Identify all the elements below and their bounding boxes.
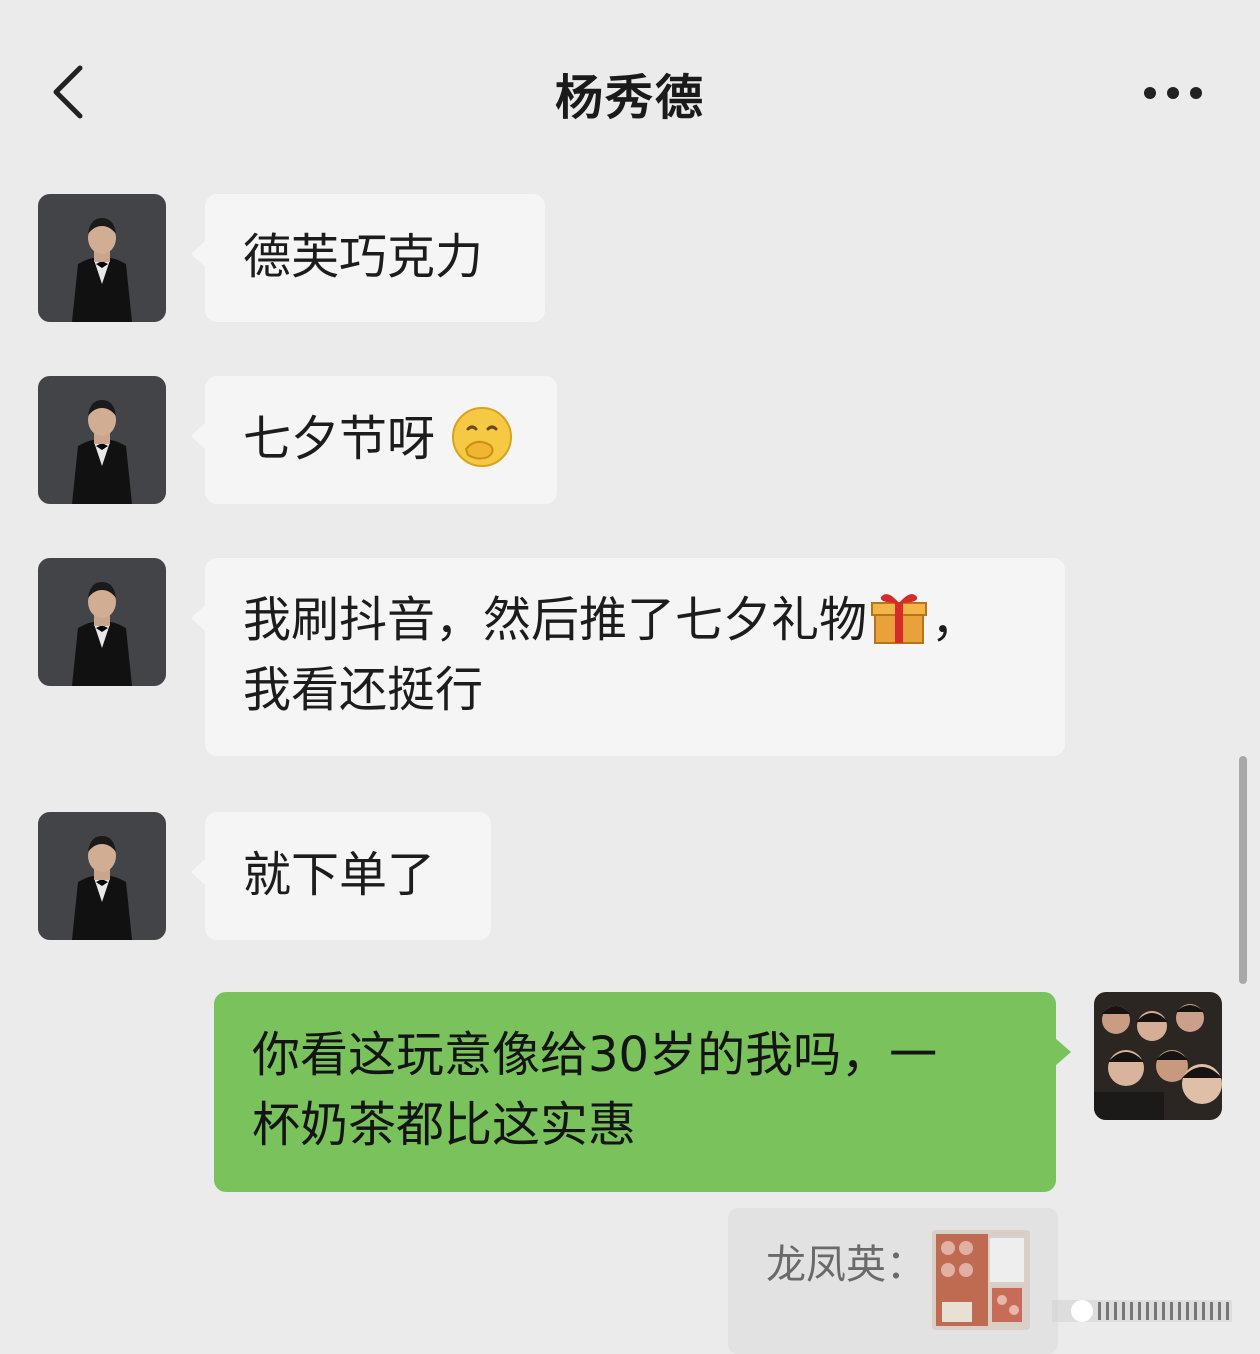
message-line: 我刷抖音，然后推了七夕礼物 ， (243, 585, 1065, 655)
chat-title: 杨秀德 (554, 70, 705, 126)
message-text: 我刷抖音，然后推了七夕礼物 (243, 592, 868, 648)
chocolate-gift-box-image (932, 1230, 1030, 1330)
message-text: ， (931, 592, 980, 648)
message-bubble-outgoing[interactable]: 你看这玩意像给30岁的我吗，一 杯奶茶都比这实惠 (214, 992, 1071, 1192)
sender-avatar[interactable] (38, 558, 166, 686)
message-bubble-incoming[interactable]: 德芙巧克力 (191, 194, 545, 322)
quote-thumbnail[interactable] (932, 1230, 1030, 1330)
avatar-man-tuxedo (38, 812, 166, 940)
avatar-group-photo (1094, 992, 1222, 1120)
gift-emoji (871, 594, 928, 644)
message-text: 德芙巧克力 (243, 229, 484, 285)
my-avatar[interactable] (1094, 992, 1222, 1120)
message-text: 你看这玩意像给30岁的我吗，一 (252, 1027, 938, 1083)
avatar-man-tuxedo (38, 376, 166, 504)
sender-avatar[interactable] (38, 194, 166, 322)
more-dots-icon (1144, 87, 1202, 99)
avatar-man-tuxedo (38, 194, 166, 322)
watermark-decoration (1052, 1300, 1232, 1322)
covering-mouth-smile-emoji (452, 407, 513, 467)
sender-avatar[interactable] (38, 376, 166, 504)
avatar-man-tuxedo (38, 558, 166, 686)
message-text: 七夕节呀 (243, 411, 436, 467)
more-button[interactable] (1136, 78, 1216, 108)
message-bubble-incoming[interactable]: 七夕节呀 (191, 376, 557, 504)
message-text: 我看还挺行 (243, 662, 484, 718)
chat-header: 杨秀德 (0, 0, 1260, 180)
message-text: 就下单了 (243, 847, 436, 903)
scrollbar-thumb[interactable] (1239, 756, 1247, 984)
message-bubble-incoming[interactable]: 就下单了 (191, 812, 491, 940)
quote-sender-label: 龙凤英： (766, 1242, 926, 1288)
sender-avatar[interactable] (38, 812, 166, 940)
message-bubble-incoming[interactable]: 我刷抖音，然后推了七夕礼物 ， 我看还挺行 (191, 558, 1065, 756)
message-text: 杯奶茶都比这实惠 (252, 1097, 637, 1153)
